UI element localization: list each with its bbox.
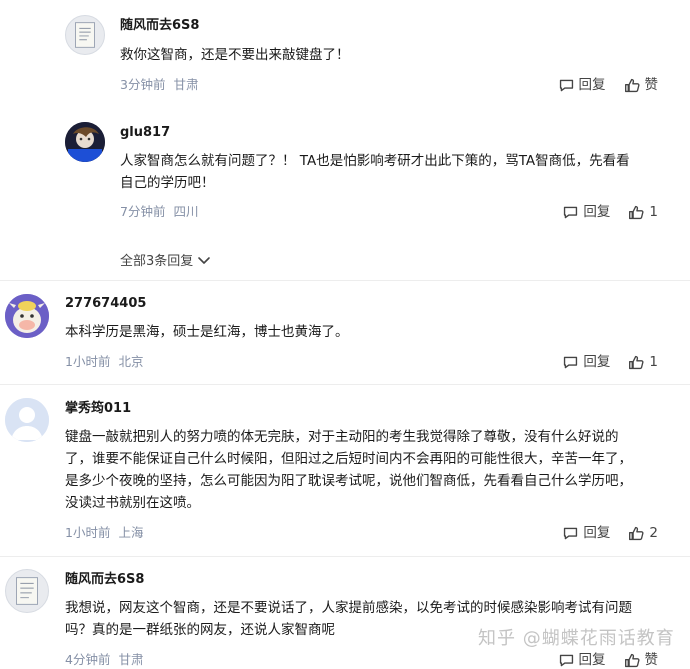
thumbs-up-icon xyxy=(624,653,640,667)
reply-icon xyxy=(564,527,578,539)
reply-button[interactable]: 回复 xyxy=(558,76,606,94)
comment-meta: 3分钟前 甘肃 xyxy=(120,76,198,94)
comment-actions: 回复 赞 xyxy=(540,651,658,669)
comment-text: 救你这智商，还是不要出来敲键盘了！ xyxy=(120,47,350,63)
comment-author[interactable]: 随风而去6S8 xyxy=(120,17,199,35)
comment-actions: 回复 1 xyxy=(544,203,658,221)
comment-location: 甘肃 xyxy=(118,652,144,667)
comment-location: 甘肃 xyxy=(173,77,199,92)
comment-time: 1小时前 xyxy=(65,525,111,540)
avatar[interactable] xyxy=(65,122,105,162)
chevron-down-icon xyxy=(198,256,211,264)
avatar[interactable] xyxy=(65,15,105,55)
comment-time: 7分钟前 xyxy=(120,204,166,219)
comment-location: 上海 xyxy=(118,525,144,540)
comment-author[interactable]: 277674405 xyxy=(65,295,146,313)
reply-icon xyxy=(564,356,578,368)
comment-location: 四川 xyxy=(173,204,199,219)
divider xyxy=(0,556,690,557)
like-button[interactable]: 1 xyxy=(628,353,658,371)
comment-actions: 回复 1 xyxy=(544,353,658,371)
divider xyxy=(0,384,690,385)
like-button[interactable]: 赞 xyxy=(624,651,658,669)
reply-button[interactable]: 回复 xyxy=(562,203,610,221)
like-button[interactable]: 赞 xyxy=(624,76,658,94)
thumbs-up-icon xyxy=(624,78,640,92)
comment-actions: 回复 2 xyxy=(544,524,658,542)
comment-meta: 7分钟前 四川 xyxy=(120,203,198,221)
comment-author[interactable]: glu817 xyxy=(120,124,170,142)
avatar[interactable] xyxy=(5,569,49,613)
comment-text: 人家智商怎么就有问题了？！ TA也是怕影响考研才出此下策的，骂TA智商低，先看看… xyxy=(120,153,630,191)
thumbs-up-icon xyxy=(629,205,644,219)
avatar[interactable] xyxy=(5,294,49,338)
comment-meta: 1小时前 北京 xyxy=(65,353,143,371)
comment-author[interactable]: 随风而去6S8 xyxy=(65,571,144,589)
like-button[interactable]: 1 xyxy=(628,203,658,221)
expand-replies-button[interactable]: 全部3条回复 xyxy=(120,250,211,269)
comment-time: 1小时前 xyxy=(65,354,111,369)
like-button[interactable]: 2 xyxy=(628,524,658,542)
reply-icon xyxy=(559,79,573,91)
reply-button[interactable]: 回复 xyxy=(562,353,610,371)
avatar[interactable] xyxy=(5,398,49,442)
comment-text: 键盘一敲就把别人的努力喷的体无完肤，对于主动阳的考生我觉得除了尊敬，没有什么好说… xyxy=(65,429,632,511)
comment-time: 4分钟前 xyxy=(65,652,111,667)
comment-meta: 4分钟前 甘肃 xyxy=(65,651,143,669)
reply-icon xyxy=(564,206,578,218)
thumbs-up-icon xyxy=(629,526,644,540)
comment-meta: 1小时前 上海 xyxy=(65,524,143,542)
comment-author[interactable]: 掌秀筠011 xyxy=(65,400,131,418)
comment-text: 本科学历是黑海，硕士是红海，博士也黄海了。 xyxy=(65,324,349,340)
comment-actions: 回复 赞 xyxy=(540,76,658,94)
reply-button[interactable]: 回复 xyxy=(558,651,606,669)
thumbs-up-icon xyxy=(629,355,644,369)
watermark: 知乎 @蝴蝶花雨话教育 xyxy=(478,628,675,649)
comment-time: 3分钟前 xyxy=(120,77,166,92)
reply-icon xyxy=(559,654,573,666)
reply-button[interactable]: 回复 xyxy=(562,524,610,542)
divider xyxy=(0,280,690,281)
comment-location: 北京 xyxy=(118,354,144,369)
